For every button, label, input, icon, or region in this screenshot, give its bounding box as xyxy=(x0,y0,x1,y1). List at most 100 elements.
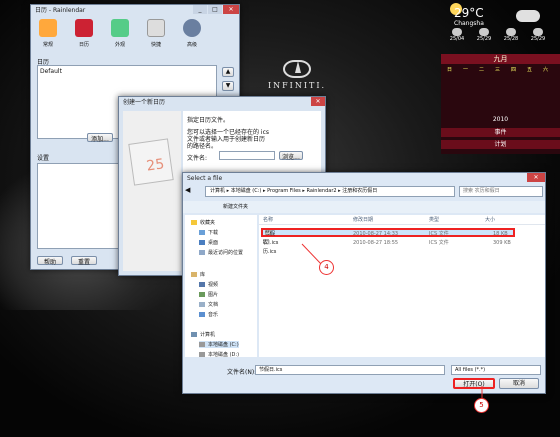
general-tab-icon[interactable] xyxy=(39,19,57,37)
breadcrumb-item[interactable]: Rainlendar2 xyxy=(306,188,336,194)
tree-item[interactable]: 下载 xyxy=(199,229,218,236)
search-input[interactable]: 搜索 农历和假日 xyxy=(459,186,543,197)
list-item[interactable]: Default xyxy=(38,66,216,77)
infiniti-logo: INFINITI. xyxy=(262,60,332,96)
column-name[interactable]: 名称 xyxy=(263,216,273,225)
column-type[interactable]: 类型 xyxy=(429,216,439,225)
weekday-label: 一 xyxy=(462,67,468,73)
appearance-tab-icon[interactable] xyxy=(111,19,129,37)
cancel-button[interactable]: 取消 xyxy=(499,378,539,389)
wizard-instruction: 您可以选择一个已经存在的 ics 文件或者输入用于创建新日历的路径名。 xyxy=(187,129,269,150)
column-size[interactable]: 大小 xyxy=(485,216,495,225)
add-button[interactable]: 添加... xyxy=(87,133,113,143)
computer-icon xyxy=(191,332,197,337)
wizard-heading: 指定日历文件。 xyxy=(187,117,230,124)
star-icon xyxy=(191,220,197,225)
move-down-button[interactable]: ▼ xyxy=(222,81,234,91)
weekday-label: 日 xyxy=(446,67,452,73)
weather-icon xyxy=(506,28,516,36)
tab-general[interactable]: 常规 xyxy=(35,41,61,48)
calendar-widget[interactable]: 九月 日 一 二 三 四 五 六 2010 事件 计划 xyxy=(441,54,560,154)
nav-pane: 收藏夹 下载 桌面 最近访问的位置 库 视频 图片 文档 音乐 计算机 本地磁盘… xyxy=(185,215,257,358)
wizard-sidebar: 25 xyxy=(123,111,181,271)
tab-shortcut[interactable]: 快捷 xyxy=(143,41,169,48)
favorites-item[interactable]: 收藏夹 xyxy=(191,219,215,226)
tree-item[interactable]: 桌面 xyxy=(199,239,218,246)
weekday-label: 五 xyxy=(526,67,532,73)
drive-icon xyxy=(199,342,205,347)
tasks-label[interactable]: 计划 xyxy=(441,140,560,149)
tree-item[interactable]: 最近访问的位置 xyxy=(199,249,243,256)
weekday-label: 四 xyxy=(510,67,516,73)
tree-item[interactable]: 音乐 xyxy=(199,311,218,318)
weather-icon xyxy=(479,28,489,36)
drive-icon xyxy=(199,352,205,357)
maximize-button[interactable]: □ xyxy=(208,5,222,14)
desktop-icon xyxy=(199,240,205,245)
breadcrumb-item[interactable]: 计算机 xyxy=(210,188,225,194)
calendar-page-icon: 25 xyxy=(128,138,174,186)
video-icon xyxy=(199,282,205,287)
weather-icon xyxy=(452,28,462,36)
new-folder-button[interactable]: 新建文件夹 xyxy=(223,203,248,210)
music-icon xyxy=(199,312,205,317)
calendar-grid[interactable]: 日一二三四五六 xyxy=(445,66,556,121)
file-type-select[interactable]: All files (*.*) xyxy=(451,365,541,375)
forecast-date: 25/04 xyxy=(449,36,465,42)
breadcrumb-item[interactable]: 注册和农历假日 xyxy=(342,188,377,194)
forecast-date: 25/29 xyxy=(530,36,546,42)
file-row-selected[interactable]: 节假日.ics 2010-08-27 14:33 ICS 文件 18 KB xyxy=(261,228,515,246)
shortcut-tab-icon[interactable] xyxy=(147,19,165,37)
breadcrumb-item[interactable]: 本地磁盘 (C:) xyxy=(231,188,262,194)
picture-icon xyxy=(199,292,205,297)
breadcrumb-item[interactable]: Program Files xyxy=(267,188,301,194)
weekday-label: 三 xyxy=(494,67,500,73)
events-label[interactable]: 事件 xyxy=(441,128,560,137)
close-button[interactable]: ✕ xyxy=(527,173,545,182)
filename-input[interactable] xyxy=(219,151,275,160)
tree-item[interactable]: 本地磁盘 (C:) xyxy=(199,341,239,348)
column-headers: 名称 修改日期 类型 大小 xyxy=(259,216,545,225)
annotation-arrow xyxy=(478,386,486,398)
file-date: 2010-08-27 18:55 xyxy=(353,240,399,246)
dialog-title: 创建一个新日历 xyxy=(123,99,166,106)
dialog-title: Select a file xyxy=(187,175,223,182)
tab-advanced[interactable]: 高级 xyxy=(179,41,205,48)
close-button[interactable]: ✕ xyxy=(223,5,239,14)
reset-button[interactable]: 重置 xyxy=(71,256,97,266)
back-icon[interactable]: ◀ xyxy=(185,186,199,196)
help-button[interactable]: 帮助 xyxy=(37,256,63,266)
temperature: 29°C xyxy=(454,6,484,20)
tab-calendar[interactable]: 日历 xyxy=(71,41,97,48)
computer-item[interactable]: 计算机 xyxy=(191,331,215,338)
step-4-marker: 4 xyxy=(319,260,334,275)
logo-text: INFINITI. xyxy=(267,81,327,90)
tree-item[interactable]: 文档 xyxy=(199,301,218,308)
library-item[interactable]: 库 xyxy=(191,271,205,278)
download-icon xyxy=(199,230,205,235)
city: Changsha xyxy=(454,20,484,27)
column-date[interactable]: 修改日期 xyxy=(353,216,373,225)
tree-item[interactable]: 视频 xyxy=(199,281,218,288)
file-type: ICS 文件 xyxy=(429,231,449,237)
minimize-button[interactable]: _ xyxy=(193,5,207,14)
tree-item[interactable]: 图片 xyxy=(199,291,218,298)
address-bar[interactable]: 计算机 ▸ 本地磁盘 (C:) ▸ Program Files ▸ Rainle… xyxy=(205,186,455,197)
browse-button[interactable]: 浏览... xyxy=(279,151,303,161)
forecast: 25/04 25/29 25/28 25/29 xyxy=(444,28,554,52)
filename-input[interactable]: 节假日.ics xyxy=(255,365,445,375)
command-bar: 新建文件夹 xyxy=(183,201,545,213)
filename-label: 文件名: xyxy=(187,155,208,162)
tree-item[interactable]: 本地磁盘 (D:) xyxy=(199,351,239,358)
open-button[interactable]: 打开(O) xyxy=(453,378,495,389)
calendar-year: 2010 xyxy=(492,116,509,123)
forecast-date: 25/29 xyxy=(476,36,492,42)
move-up-button[interactable]: ▲ xyxy=(222,67,234,77)
document-icon xyxy=(199,302,205,307)
advanced-tab-icon[interactable] xyxy=(183,19,201,37)
calendar-tab-icon[interactable] xyxy=(75,19,93,37)
weather-icon xyxy=(533,28,543,36)
close-button[interactable]: ✕ xyxy=(311,97,325,106)
file-list[interactable]: 名称 修改日期 类型 大小 节假日.ics 2010-08-27 14:33 I… xyxy=(259,215,545,357)
tab-appearance[interactable]: 外观 xyxy=(107,41,133,48)
